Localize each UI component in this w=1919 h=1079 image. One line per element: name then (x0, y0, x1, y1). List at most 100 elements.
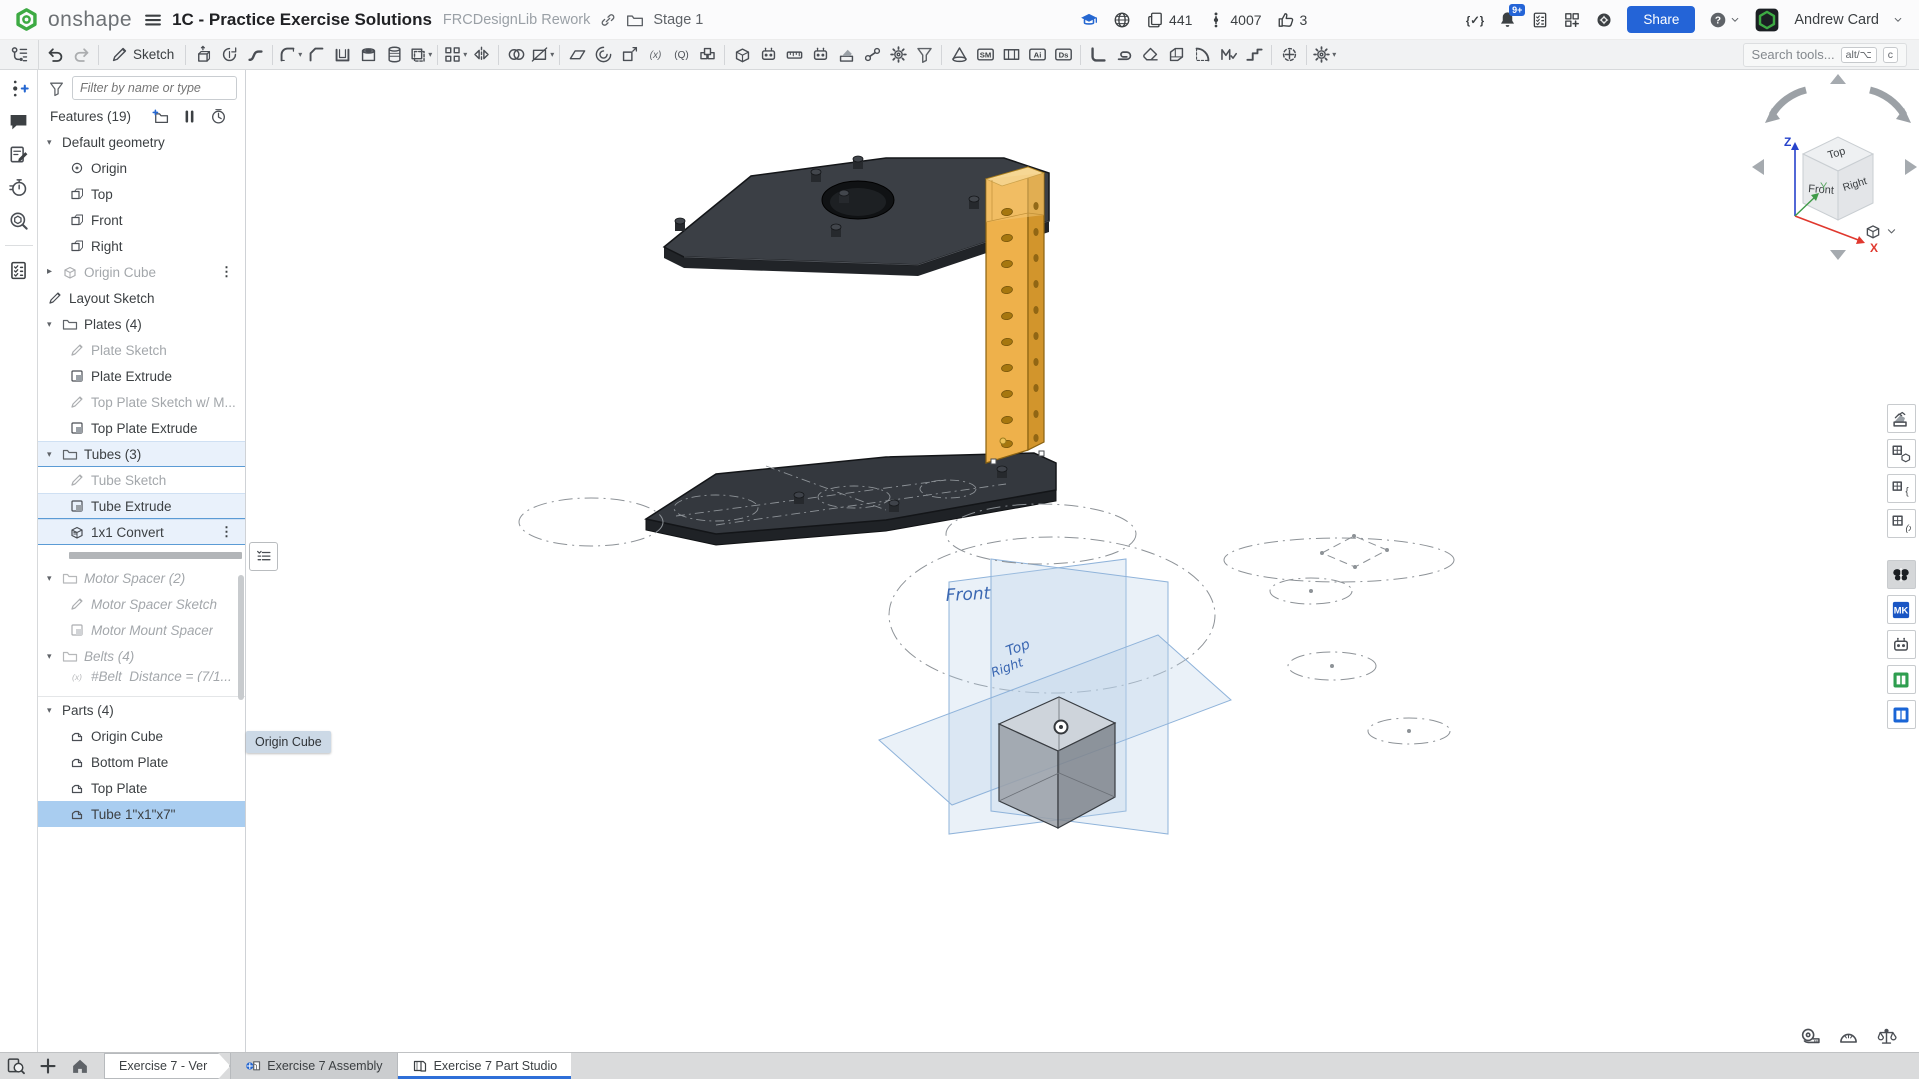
history-button[interactable] (8, 177, 29, 198)
feature-default-geometry[interactable]: Default geometry (38, 129, 245, 155)
link-icon[interactable] (599, 11, 617, 29)
gear-feature-button[interactable] (885, 42, 911, 68)
routing-button[interactable] (1241, 42, 1267, 68)
feature-tree-row[interactable]: Motor Mount Spacer (38, 617, 245, 643)
appearance-button[interactable] (833, 42, 859, 68)
search-model-button[interactable] (8, 210, 29, 231)
view-options-button[interactable] (1864, 221, 1910, 241)
tool-button[interactable] (1271, 44, 1273, 65)
protractor-icon[interactable] (1838, 1026, 1859, 1047)
avatar[interactable] (1754, 7, 1780, 33)
shell-button[interactable] (329, 42, 355, 68)
move-face-button[interactable] (1163, 42, 1189, 68)
feature-tree-row[interactable]: Belts (4) (38, 643, 245, 669)
chamfer-button[interactable] (303, 42, 329, 68)
helix-button[interactable] (590, 42, 616, 68)
feature-list-flyout-button[interactable] (249, 542, 278, 571)
belt-sketch-circle-right[interactable] (945, 503, 1137, 565)
graphics-viewport[interactable]: Front Top Right Top Front Right Z X Y (246, 70, 1919, 1052)
rotate-up-arrow[interactable] (1830, 74, 1846, 84)
bottom-plate-part[interactable] (644, 452, 1057, 546)
thicken-button[interactable] (407, 42, 433, 68)
feature-tree-row[interactable]: Top Plate Sketch w/ M... (38, 389, 245, 415)
ds-tool-button[interactable]: Ds (1050, 42, 1076, 68)
side-sketch-figures[interactable] (1269, 534, 1451, 745)
part-row[interactable]: Origin Cube (38, 723, 245, 749)
caret-icon[interactable] (47, 267, 62, 277)
butterfly-extension-button[interactable] (1886, 560, 1916, 589)
context-dots-icon[interactable] (220, 524, 245, 540)
context-dots-icon[interactable] (220, 264, 245, 280)
tool-button[interactable] (559, 44, 561, 65)
redo-button[interactable] (68, 42, 94, 68)
onshape-logo-icon[interactable] (14, 7, 39, 32)
rotate-left-arrow[interactable] (1752, 159, 1764, 175)
feature-tree-row[interactable]: Plate Sketch (38, 337, 245, 363)
cone-tool-button[interactable] (946, 42, 972, 68)
config-features-button[interactable]: (x) (1886, 509, 1916, 538)
flange-button[interactable] (1085, 42, 1111, 68)
tool-button[interactable] (1306, 44, 1308, 65)
feature-tree-row[interactable]: Top (38, 181, 245, 207)
feature-tree-row[interactable]: 1x1 Convert (38, 519, 245, 545)
feature-tree-row[interactable]: Plate Extrude (38, 363, 245, 389)
tool-button[interactable] (185, 44, 187, 65)
composite-part-button[interactable] (694, 42, 720, 68)
app-store-icon[interactable] (1563, 11, 1581, 29)
feature-script-check-icon[interactable]: {✓} (1466, 11, 1484, 29)
tab-exercise7-partstudio[interactable]: Exercise 7 Part Studio (397, 1053, 572, 1079)
search-tabs-icon[interactable] (6, 1056, 26, 1076)
extrude-button[interactable] (190, 42, 216, 68)
feature-tree-row[interactable]: Tube Extrude (38, 493, 245, 519)
feature-tree-row[interactable]: Tube Sketch (38, 467, 245, 493)
measure-tool-button[interactable] (781, 42, 807, 68)
feature-tree-row[interactable]: Origin Cube (38, 259, 245, 285)
thread-button[interactable] (381, 42, 407, 68)
caret-icon[interactable] (47, 574, 62, 583)
notifications-button[interactable]: 9+ (1498, 4, 1526, 29)
task-list-icon[interactable] (1531, 11, 1549, 29)
sketch-button[interactable]: Sketch (103, 42, 181, 68)
robot-extension-button[interactable] (1886, 630, 1916, 659)
variable-button[interactable]: (x) (642, 42, 668, 68)
hamburger-menu-icon[interactable] (143, 10, 163, 30)
appearance-panel-button[interactable] (1886, 404, 1916, 433)
rotate-ccw-arrow[interactable] (1769, 86, 1807, 117)
feature-tree-row[interactable]: Front (38, 207, 245, 233)
tool-button[interactable] (1080, 44, 1082, 65)
home-button[interactable] (70, 1056, 90, 1076)
suppress-icon[interactable] (181, 108, 198, 125)
revolve-button[interactable] (216, 42, 242, 68)
fillet-button[interactable] (277, 42, 303, 68)
feature-list-toggle-button[interactable] (0, 39, 39, 70)
feature-tree-row[interactable]: Top Plate Extrude (38, 415, 245, 441)
mirror-button[interactable] (468, 42, 494, 68)
feature-tree-row[interactable]: Origin (38, 155, 245, 181)
public-document-icon[interactable] (1113, 11, 1131, 29)
hole-button[interactable] (355, 42, 381, 68)
search-tools[interactable]: Search tools... alt/⌥ c (1742, 42, 1907, 67)
insert-button[interactable] (8, 78, 29, 99)
tool-button[interactable] (272, 44, 274, 65)
featurescript-robot-button[interactable] (755, 42, 781, 68)
new-folder-icon[interactable] (152, 108, 169, 125)
transform-button[interactable] (616, 42, 642, 68)
feature-tree-row[interactable]: (x) #Belt_Distance = (7/1... (38, 669, 245, 682)
custom-robot-button[interactable] (807, 42, 833, 68)
green-library-button[interactable] (1886, 665, 1916, 694)
rollback-history-icon[interactable] (210, 108, 227, 125)
tool-button[interactable] (437, 44, 439, 65)
tool-button[interactable] (941, 44, 943, 65)
sidebar-scrollbar[interactable] (238, 575, 244, 700)
sweep-button[interactable] (242, 42, 268, 68)
part-row[interactable]: Tube 1"x1"x7" (38, 801, 245, 827)
undo-button[interactable] (42, 42, 68, 68)
origin-point[interactable] (1053, 719, 1069, 735)
ai-assistant-icon[interactable] (1595, 11, 1613, 29)
share-button[interactable]: Share (1627, 6, 1696, 33)
tool-button[interactable] (724, 44, 726, 65)
feature-tree-row[interactable]: Layout Sketch (38, 285, 245, 311)
tube-part-selected[interactable] (984, 166, 1046, 465)
isolate-button[interactable] (911, 42, 937, 68)
split-button[interactable] (529, 42, 555, 68)
